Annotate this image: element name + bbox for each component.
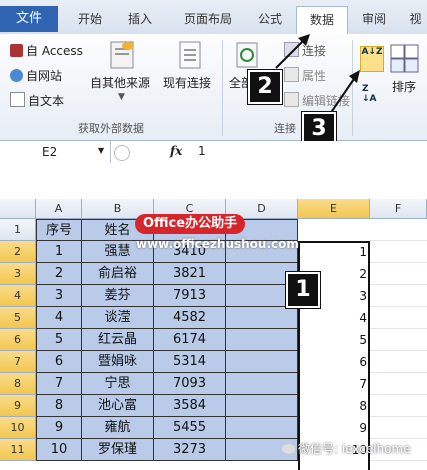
column-e-cell[interactable]: 8 bbox=[298, 395, 370, 417]
table-cell[interactable]: 1 bbox=[36, 241, 82, 263]
wechat-icon bbox=[282, 444, 295, 454]
name-box[interactable]: E2 ▼ bbox=[0, 141, 111, 163]
row-header[interactable]: 2 bbox=[0, 241, 36, 263]
column-e-cell[interactable]: 1 bbox=[298, 241, 370, 263]
table-cell[interactable]: 姜芬 bbox=[82, 285, 154, 307]
table-cell[interactable]: 谈滢 bbox=[82, 307, 154, 329]
table-cell[interactable]: 6174 bbox=[154, 329, 226, 351]
chevron-down-icon[interactable]: ▼ bbox=[98, 146, 104, 155]
table-cell[interactable]: 俞启裕 bbox=[82, 263, 154, 285]
column-f-cell[interactable] bbox=[370, 263, 427, 285]
column-f-cell[interactable] bbox=[370, 373, 427, 395]
watermark-badge: Office办公助手 bbox=[135, 214, 246, 234]
table-cell[interactable]: 3 bbox=[36, 285, 82, 307]
row-header[interactable]: 9 bbox=[0, 395, 36, 417]
table-cell[interactable] bbox=[226, 395, 298, 417]
column-header-a[interactable]: A bbox=[36, 199, 82, 219]
row-header[interactable]: 3 bbox=[0, 263, 36, 285]
row-header[interactable]: 4 bbox=[0, 285, 36, 307]
worksheet-grid: 1 序号 姓名 2 1 强慧 3410 1 3 2 俞启裕 3821 2 4 3 姜芬 7913 3 5 4 谈滢 458… bbox=[0, 219, 427, 470]
column-f-cell[interactable] bbox=[370, 219, 427, 241]
table-cell[interactable]: 宁思 bbox=[82, 373, 154, 395]
row-header[interactable]: 11 bbox=[0, 439, 36, 461]
column-e-cell[interactable]: 4 bbox=[298, 307, 370, 329]
table-cell[interactable] bbox=[226, 417, 298, 439]
column-f-cell[interactable] bbox=[370, 417, 427, 439]
column-f-cell[interactable] bbox=[370, 285, 427, 307]
watermark-url: www.officezhushou.com bbox=[136, 237, 299, 251]
column-f-cell[interactable] bbox=[370, 241, 427, 263]
formula-bar: E2 ▼ fx 1 bbox=[0, 141, 427, 164]
table-cell[interactable]: 6 bbox=[36, 351, 82, 373]
table-cell[interactable]: 2 bbox=[36, 263, 82, 285]
table-cell[interactable]: 3821 bbox=[154, 263, 226, 285]
column-header-e[interactable]: E bbox=[298, 199, 370, 219]
select-all-corner[interactable] bbox=[0, 199, 36, 219]
column-e-cell[interactable]: 5 bbox=[298, 329, 370, 351]
table-cell[interactable]: 7093 bbox=[154, 373, 226, 395]
column-f-cell[interactable] bbox=[370, 329, 427, 351]
formula-input[interactable]: 1 bbox=[198, 144, 206, 158]
table-cell[interactable]: 5314 bbox=[154, 351, 226, 373]
table-cell[interactable]: 雍航 bbox=[82, 417, 154, 439]
table-cell[interactable] bbox=[226, 329, 298, 351]
row-header[interactable]: 5 bbox=[0, 307, 36, 329]
table-cell[interactable]: 4 bbox=[36, 307, 82, 329]
column-e-cell[interactable] bbox=[298, 219, 370, 241]
callout-badge-1: 1 bbox=[286, 272, 320, 308]
column-f-cell[interactable] bbox=[370, 307, 427, 329]
row-header[interactable]: 8 bbox=[0, 373, 36, 395]
column-header-f[interactable]: F bbox=[370, 199, 427, 219]
table-cell[interactable]: 5455 bbox=[154, 417, 226, 439]
table-cell[interactable]: 8 bbox=[36, 395, 82, 417]
table-cell[interactable]: 红云晶 bbox=[82, 329, 154, 351]
footer-watermark: 微信号: iexcelhome bbox=[282, 440, 427, 456]
table-cell[interactable]: 暨娟咏 bbox=[82, 351, 154, 373]
column-e-cell[interactable]: 9 bbox=[298, 417, 370, 439]
table-cell[interactable] bbox=[226, 373, 298, 395]
table-cell[interactable]: 4582 bbox=[154, 307, 226, 329]
table-cell[interactable]: 3273 bbox=[154, 439, 226, 461]
function-icon[interactable]: fx bbox=[170, 144, 182, 158]
column-f-cell[interactable] bbox=[370, 395, 427, 417]
table-cell[interactable]: 5 bbox=[36, 329, 82, 351]
table-cell[interactable]: 7913 bbox=[154, 285, 226, 307]
table-cell[interactable]: 9 bbox=[36, 417, 82, 439]
column-e-cell[interactable]: 7 bbox=[298, 373, 370, 395]
formula-bar-expanded-area bbox=[0, 163, 427, 197]
formula-bar-toggle-icon[interactable] bbox=[114, 145, 130, 161]
table-cell[interactable]: 池心富 bbox=[82, 395, 154, 417]
table-cell[interactable] bbox=[226, 307, 298, 329]
callout-badge-2: 2 bbox=[248, 70, 282, 104]
row-header[interactable]: 6 bbox=[0, 329, 36, 351]
header-cell[interactable]: 序号 bbox=[36, 219, 82, 241]
table-cell[interactable] bbox=[226, 351, 298, 373]
column-f-cell[interactable] bbox=[370, 351, 427, 373]
table-cell[interactable]: 10 bbox=[36, 439, 82, 461]
row-header[interactable]: 7 bbox=[0, 351, 36, 373]
row-header[interactable]: 10 bbox=[0, 417, 36, 439]
column-e-cell[interactable]: 6 bbox=[298, 351, 370, 373]
table-cell[interactable]: 罗保瑾 bbox=[82, 439, 154, 461]
row-header[interactable]: 1 bbox=[0, 219, 36, 241]
table-cell[interactable]: 3584 bbox=[154, 395, 226, 417]
table-cell[interactable]: 7 bbox=[36, 373, 82, 395]
